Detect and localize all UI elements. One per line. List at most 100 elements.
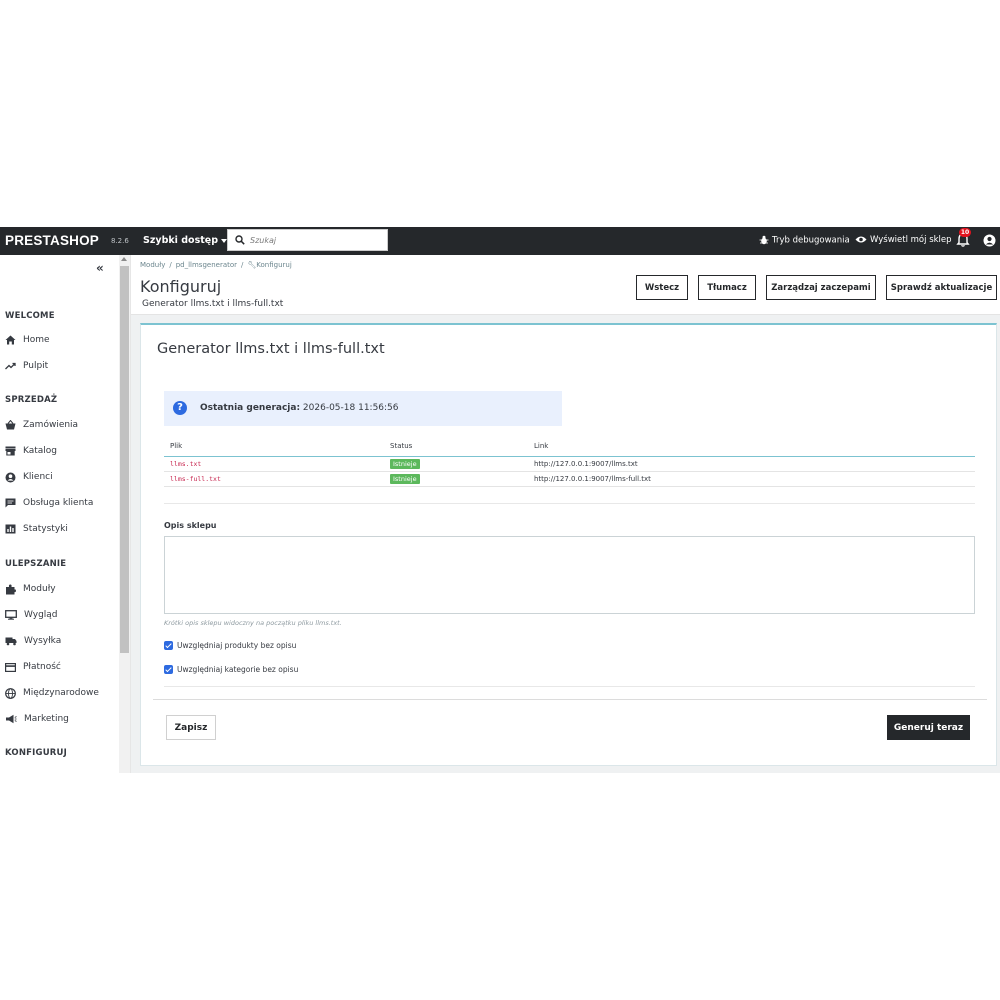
sidebar-item-obsluga-klienta[interactable]: Obsługa klienta: [5, 496, 93, 510]
sidebar-nav: « WELCOME Home Pulpit SPRZEDAŻ Zamówieni…: [0, 255, 131, 773]
column-header-file: Plik: [164, 438, 384, 457]
sidebar-scrollbar-thumb[interactable]: [120, 266, 129, 653]
include-products-checkbox[interactable]: [164, 641, 173, 650]
truck-icon: [5, 637, 17, 646]
sidebar-item-label: Katalog: [23, 446, 58, 456]
sidebar-item-home[interactable]: Home: [5, 333, 50, 347]
user-account-icon[interactable]: [983, 234, 996, 247]
view-shop-label: Wyświetl mój sklep: [870, 235, 952, 245]
version-label: 8.2.6: [111, 237, 129, 245]
shop-description-label: Opis sklepu: [164, 521, 217, 530]
column-header-link: Link: [528, 438, 975, 457]
sidebar-item-wyglad[interactable]: Wygląd: [5, 608, 58, 622]
sidebar-item-label: Obsługa klienta: [23, 498, 94, 508]
generate-now-button[interactable]: Generuj teraz: [887, 715, 970, 740]
scroll-up-arrow-icon[interactable]: [121, 257, 127, 261]
sidebar-item-label: Klienci: [23, 472, 53, 482]
quick-access-label: Szybki dostęp: [143, 235, 219, 246]
include-categories-checkbox-row[interactable]: Uwzględniaj kategorie bez opisu: [164, 665, 298, 674]
column-header-status: Status: [384, 438, 528, 457]
save-button[interactable]: Zapisz: [166, 715, 216, 740]
file-name: llms-full.txt: [170, 475, 221, 483]
include-products-label: Uwzględniaj produkty bez opisu: [177, 641, 297, 650]
file-link[interactable]: http://127.0.0.1:9007/llms-full.txt: [528, 471, 975, 487]
panel-footer-divider: [153, 699, 987, 700]
sidebar-item-miedzynarodowe[interactable]: Międzynarodowe: [5, 686, 99, 700]
basket-icon: [5, 420, 16, 430]
sidebar-section-ulepszanie: ULEPSZANIE: [5, 559, 67, 569]
sidebar-item-zamowienia[interactable]: Zamówienia: [5, 418, 78, 432]
breadcrumb: Moduły / pd_llmsgenerator / 🔧︎Konfiguruj: [140, 261, 292, 269]
sidebar-item-platnosc[interactable]: Płatność: [5, 660, 61, 674]
sidebar-section-sprzedaz: SPRZEDAŻ: [5, 395, 58, 405]
sidebar-item-label: Statystyki: [23, 524, 68, 534]
status-badge: Istnieje: [390, 474, 420, 484]
prestashop-admin-window: PRESTASHOP 8.2.6 Szybki dostęp Tryb debu…: [0, 227, 1000, 773]
include-products-checkbox-row[interactable]: Uwzględniaj produkty bez opisu: [164, 641, 296, 650]
last-generation-label: Ostatnia generacja:: [200, 403, 301, 413]
sidebar-item-label: Home: [23, 335, 50, 345]
view-shop-link[interactable]: Wyświetl mój sklep: [855, 235, 952, 245]
search-input[interactable]: [250, 233, 380, 247]
prestashop-logo[interactable]: PRESTASHOP: [5, 233, 99, 248]
bug-icon: [759, 235, 769, 245]
card-icon: [5, 662, 16, 672]
page-title: Konfiguruj: [140, 277, 222, 296]
back-button[interactable]: Wstecz: [636, 275, 688, 300]
chat-icon: [5, 498, 16, 508]
desktop-icon: [5, 610, 17, 620]
bar-chart-icon: [5, 524, 16, 534]
notification-count-badge: 10: [959, 228, 971, 237]
debug-mode-link[interactable]: Tryb debugowania: [759, 235, 850, 246]
sidebar-collapse-button[interactable]: «: [96, 261, 104, 275]
files-table: Plik Status Link llms.txt Istnieje http:…: [164, 438, 975, 487]
sidebar-item-label: Moduły: [23, 584, 56, 594]
sidebar-item-klienci[interactable]: Klienci: [5, 470, 53, 484]
sidebar-item-statystyki[interactable]: Statystyki: [5, 522, 68, 536]
sidebar-item-katalog[interactable]: Katalog: [5, 444, 57, 458]
eye-icon: [855, 236, 867, 243]
panel-title: Generator llms.txt i llms-full.txt: [157, 341, 385, 357]
sidebar-item-moduly[interactable]: Moduły: [5, 582, 56, 596]
breadcrumb-item-module[interactable]: pd_llmsgenerator: [176, 261, 237, 269]
check-updates-button[interactable]: Sprawdź aktualizacje: [886, 275, 997, 300]
breadcrumb-item-modules[interactable]: Moduły: [140, 261, 165, 269]
page-subtitle: Generator llms.txt i llms-full.txt: [142, 299, 284, 309]
home-icon: [5, 335, 16, 345]
main-content: Moduły / pd_llmsgenerator / 🔧︎Konfiguruj Kon…: [131, 255, 1000, 773]
file-name: llms.txt: [170, 460, 202, 468]
table-row: llms-full.txt Istnieje http://127.0.0.1:…: [164, 471, 975, 487]
shop-description-textarea[interactable]: [164, 536, 975, 614]
sidebar-item-label: Wygląd: [24, 610, 58, 620]
sidebar-item-label: Międzynarodowe: [23, 688, 99, 698]
shop-description-help: Krótki opis sklepu widoczny na początku …: [164, 619, 342, 627]
file-link[interactable]: http://127.0.0.1:9007/llms.txt: [528, 456, 975, 472]
question-circle-icon: ?: [173, 401, 187, 415]
sidebar-section-konfiguruj: KONFIGURUJ: [5, 748, 68, 758]
top-bar: PRESTASHOP 8.2.6 Szybki dostęp Tryb debu…: [0, 227, 1000, 255]
sidebar-item-label: Pulpit: [23, 361, 49, 371]
sidebar-item-marketing[interactable]: Marketing: [5, 712, 69, 726]
manage-hooks-button[interactable]: Zarządzaj zaczepami: [766, 275, 876, 300]
last-generation-text: Ostatnia generacja: 2026-05-18 11:56:56: [200, 403, 399, 413]
section-divider: [164, 503, 975, 504]
search-box[interactable]: [227, 229, 388, 251]
config-panel: Generator llms.txt i llms-full.txt ? Ost…: [140, 323, 997, 766]
sidebar-item-label: Płatność: [23, 662, 61, 672]
table-header-row: Plik Status Link: [164, 438, 975, 457]
sidebar-item-pulpit[interactable]: Pulpit: [5, 359, 48, 373]
table-row: llms.txt Istnieje http://127.0.0.1:9007/…: [164, 456, 975, 472]
megaphone-icon: [6, 714, 17, 724]
account-icon: [5, 472, 16, 482]
store-icon: [5, 446, 16, 456]
section-divider: [164, 686, 975, 687]
translate-button[interactable]: Tłumacz: [698, 275, 756, 300]
wrench-icon: 🔧︎: [247, 261, 257, 269]
trending-icon: [5, 362, 16, 370]
globe-icon: [5, 687, 16, 699]
sidebar-item-wysylka[interactable]: Wysyłka: [5, 634, 61, 648]
quick-access-dropdown[interactable]: Szybki dostęp: [143, 235, 228, 246]
debug-mode-label: Tryb debugowania: [772, 235, 850, 246]
include-categories-checkbox[interactable]: [164, 665, 173, 674]
breadcrumb-item-configure: Konfiguruj: [256, 261, 292, 269]
